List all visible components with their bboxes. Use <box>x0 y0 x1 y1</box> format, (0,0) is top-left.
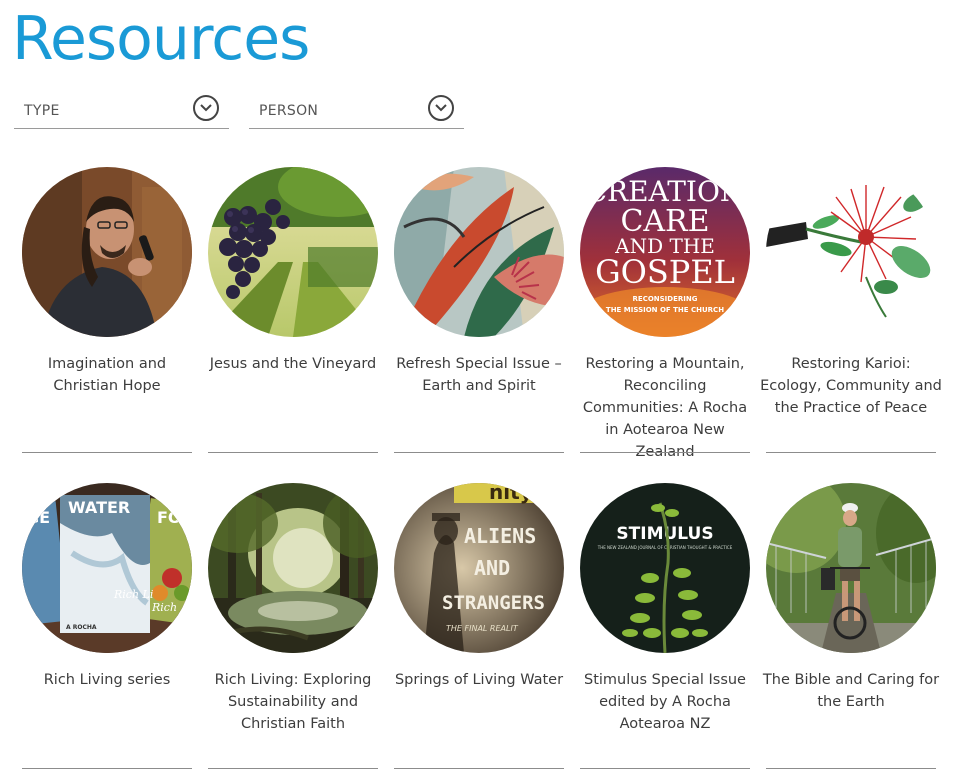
cover-top: nity <box>489 483 533 504</box>
resource-title[interactable]: Springs of Living Water <box>388 669 570 691</box>
resource-thumbnail[interactable]: nity ALIENS AND STRANGERS THE FINAL REAL… <box>394 483 564 653</box>
resource-title[interactable]: Restoring a Mountain, Reconciling Commun… <box>574 353 756 463</box>
resource-card[interactable]: Jesus and the Vineyard <box>208 167 378 453</box>
resource-card[interactable]: nity ALIENS AND STRANGERS THE FINAL REAL… <box>394 483 564 769</box>
resource-thumbnail[interactable]: GE FO Rich WATER Rich Li A ROCHA <box>22 483 192 653</box>
divider <box>22 452 192 453</box>
resource-thumbnail[interactable]: STIMULUS THE NEW ZEALAND JOURNAL OF CHRI… <box>580 483 750 653</box>
cover-line3: STRANGERS <box>442 592 545 614</box>
divider <box>394 768 564 769</box>
cover-sub: THE FINAL REALIT <box>446 624 519 633</box>
resource-card[interactable]: Rich Living: Exploring Sustainability an… <box>208 483 378 769</box>
cover-line1: ALIENS <box>464 524 536 548</box>
page-title: Resources <box>12 4 310 74</box>
type-filter-label: TYPE <box>24 103 60 119</box>
resource-thumbnail[interactable] <box>394 167 564 337</box>
resource-card[interactable]: The Bible and Caring for the Earth <box>763 483 939 769</box>
cover-main: WATER <box>68 498 130 517</box>
cover-left: GE <box>26 508 50 527</box>
cover-sub2: THE MISSION OF THE CHURCH <box>606 306 724 314</box>
divider <box>394 452 564 453</box>
resource-title[interactable]: Restoring Karioi: Ecology, Community and… <box>760 353 942 419</box>
cover-brand: A ROCHA <box>66 624 97 631</box>
resource-title[interactable]: The Bible and Caring for the Earth <box>760 669 942 713</box>
resource-thumbnail[interactable] <box>766 167 936 337</box>
divider <box>580 768 750 769</box>
resource-card[interactable]: CREATION CARE AND THE GOSPEL RECONSIDERI… <box>580 167 750 460</box>
resource-thumbnail[interactable] <box>766 483 936 653</box>
resource-title[interactable]: Rich Living series <box>16 669 198 691</box>
cover-line2: AND <box>474 556 510 580</box>
divider <box>22 768 192 769</box>
divider <box>766 452 936 453</box>
cover-line4: GOSPEL <box>595 253 735 291</box>
resource-thumbnail[interactable] <box>208 483 378 653</box>
chevron-down-icon[interactable] <box>193 95 219 121</box>
resource-title[interactable]: Refresh Special Issue – Earth and Spirit <box>388 353 570 397</box>
resource-card[interactable]: Refresh Special Issue – Earth and Spirit <box>394 167 564 453</box>
cover-sub: THE NEW ZEALAND JOURNAL OF CHRISTIAN THO… <box>597 545 733 550</box>
resource-title[interactable]: Imagination and Christian Hope <box>16 353 198 397</box>
divider <box>208 452 378 453</box>
person-filter-dropdown[interactable]: PERSON <box>249 94 464 129</box>
person-filter-label: PERSON <box>259 103 319 119</box>
cover-sub1: RECONSIDERING <box>633 295 698 303</box>
cover-inner2: Rich <box>151 601 177 614</box>
cover-right: FO <box>157 508 182 527</box>
divider <box>580 452 750 453</box>
divider <box>766 768 936 769</box>
type-filter-dropdown[interactable]: TYPE <box>14 94 229 129</box>
resource-thumbnail[interactable] <box>22 167 192 337</box>
resource-card[interactable]: Imagination and Christian Hope <box>22 167 192 453</box>
cover-inner: Rich Li <box>113 588 153 601</box>
resource-card[interactable]: STIMULUS THE NEW ZEALAND JOURNAL OF CHRI… <box>580 483 750 769</box>
divider <box>208 768 378 769</box>
resource-title[interactable]: Jesus and the Vineyard <box>202 353 384 375</box>
resource-title[interactable]: Rich Living: Exploring Sustainability an… <box>202 669 384 735</box>
resource-title[interactable]: Stimulus Special Issue edited by A Rocha… <box>574 669 756 735</box>
resource-thumbnail[interactable] <box>208 167 378 337</box>
chevron-down-icon[interactable] <box>428 95 454 121</box>
resource-thumbnail[interactable]: CREATION CARE AND THE GOSPEL RECONSIDERI… <box>580 167 750 337</box>
resource-card[interactable]: Restoring Karioi: Ecology, Community and… <box>760 167 942 453</box>
resource-card[interactable]: GE FO Rich WATER Rich Li A ROCHA Rich Li… <box>22 483 192 769</box>
